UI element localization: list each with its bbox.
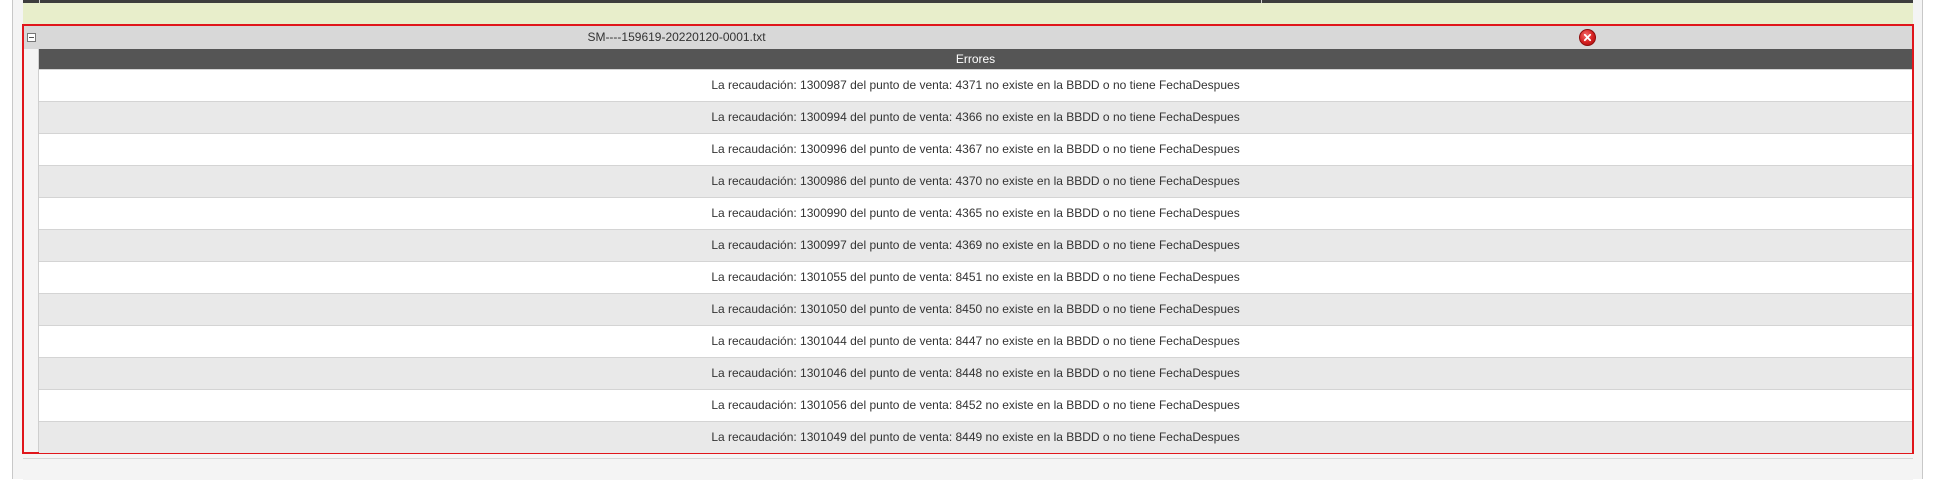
error-row: La recaudación: 1301050 del punto de ven… xyxy=(39,293,1912,325)
error-row: La recaudación: 1300996 del punto de ven… xyxy=(39,133,1912,165)
table-footer xyxy=(23,458,1913,480)
error-row: La recaudación: 1300990 del punto de ven… xyxy=(39,197,1912,229)
error-row: La recaudación: 1301044 del punto de ven… xyxy=(39,325,1912,357)
error-row: La recaudación: 1300987 del punto de ven… xyxy=(39,69,1912,101)
file-group-row: SM----159619-20220120-0001.txt Errores L… xyxy=(22,24,1914,454)
error-row: La recaudación: 1300986 del punto de ven… xyxy=(39,165,1912,197)
close-circle-icon xyxy=(1583,33,1592,42)
file-name: SM----159619-20220120-0001.txt xyxy=(587,30,766,44)
errors-table: Errores La recaudación: 1300987 del punt… xyxy=(39,49,1912,453)
errors-list: La recaudación: 1300987 del punto de ven… xyxy=(39,69,1912,453)
errors-header: Errores xyxy=(39,49,1912,69)
filter-row xyxy=(23,3,1913,24)
error-row: La recaudación: 1300997 del punto de ven… xyxy=(39,229,1912,261)
delete-button[interactable] xyxy=(1579,29,1596,46)
file-group-header[interactable]: SM----159619-20220120-0001.txt xyxy=(24,26,1912,49)
error-row: La recaudación: 1301055 del punto de ven… xyxy=(39,261,1912,293)
detail-gutter xyxy=(24,49,39,452)
error-row: La recaudación: 1300994 del punto de ven… xyxy=(39,101,1912,133)
error-row: La recaudación: 1301049 del punto de ven… xyxy=(39,421,1912,453)
error-row: La recaudación: 1301046 del punto de ven… xyxy=(39,357,1912,389)
error-row: La recaudación: 1301056 del punto de ven… xyxy=(39,389,1912,421)
